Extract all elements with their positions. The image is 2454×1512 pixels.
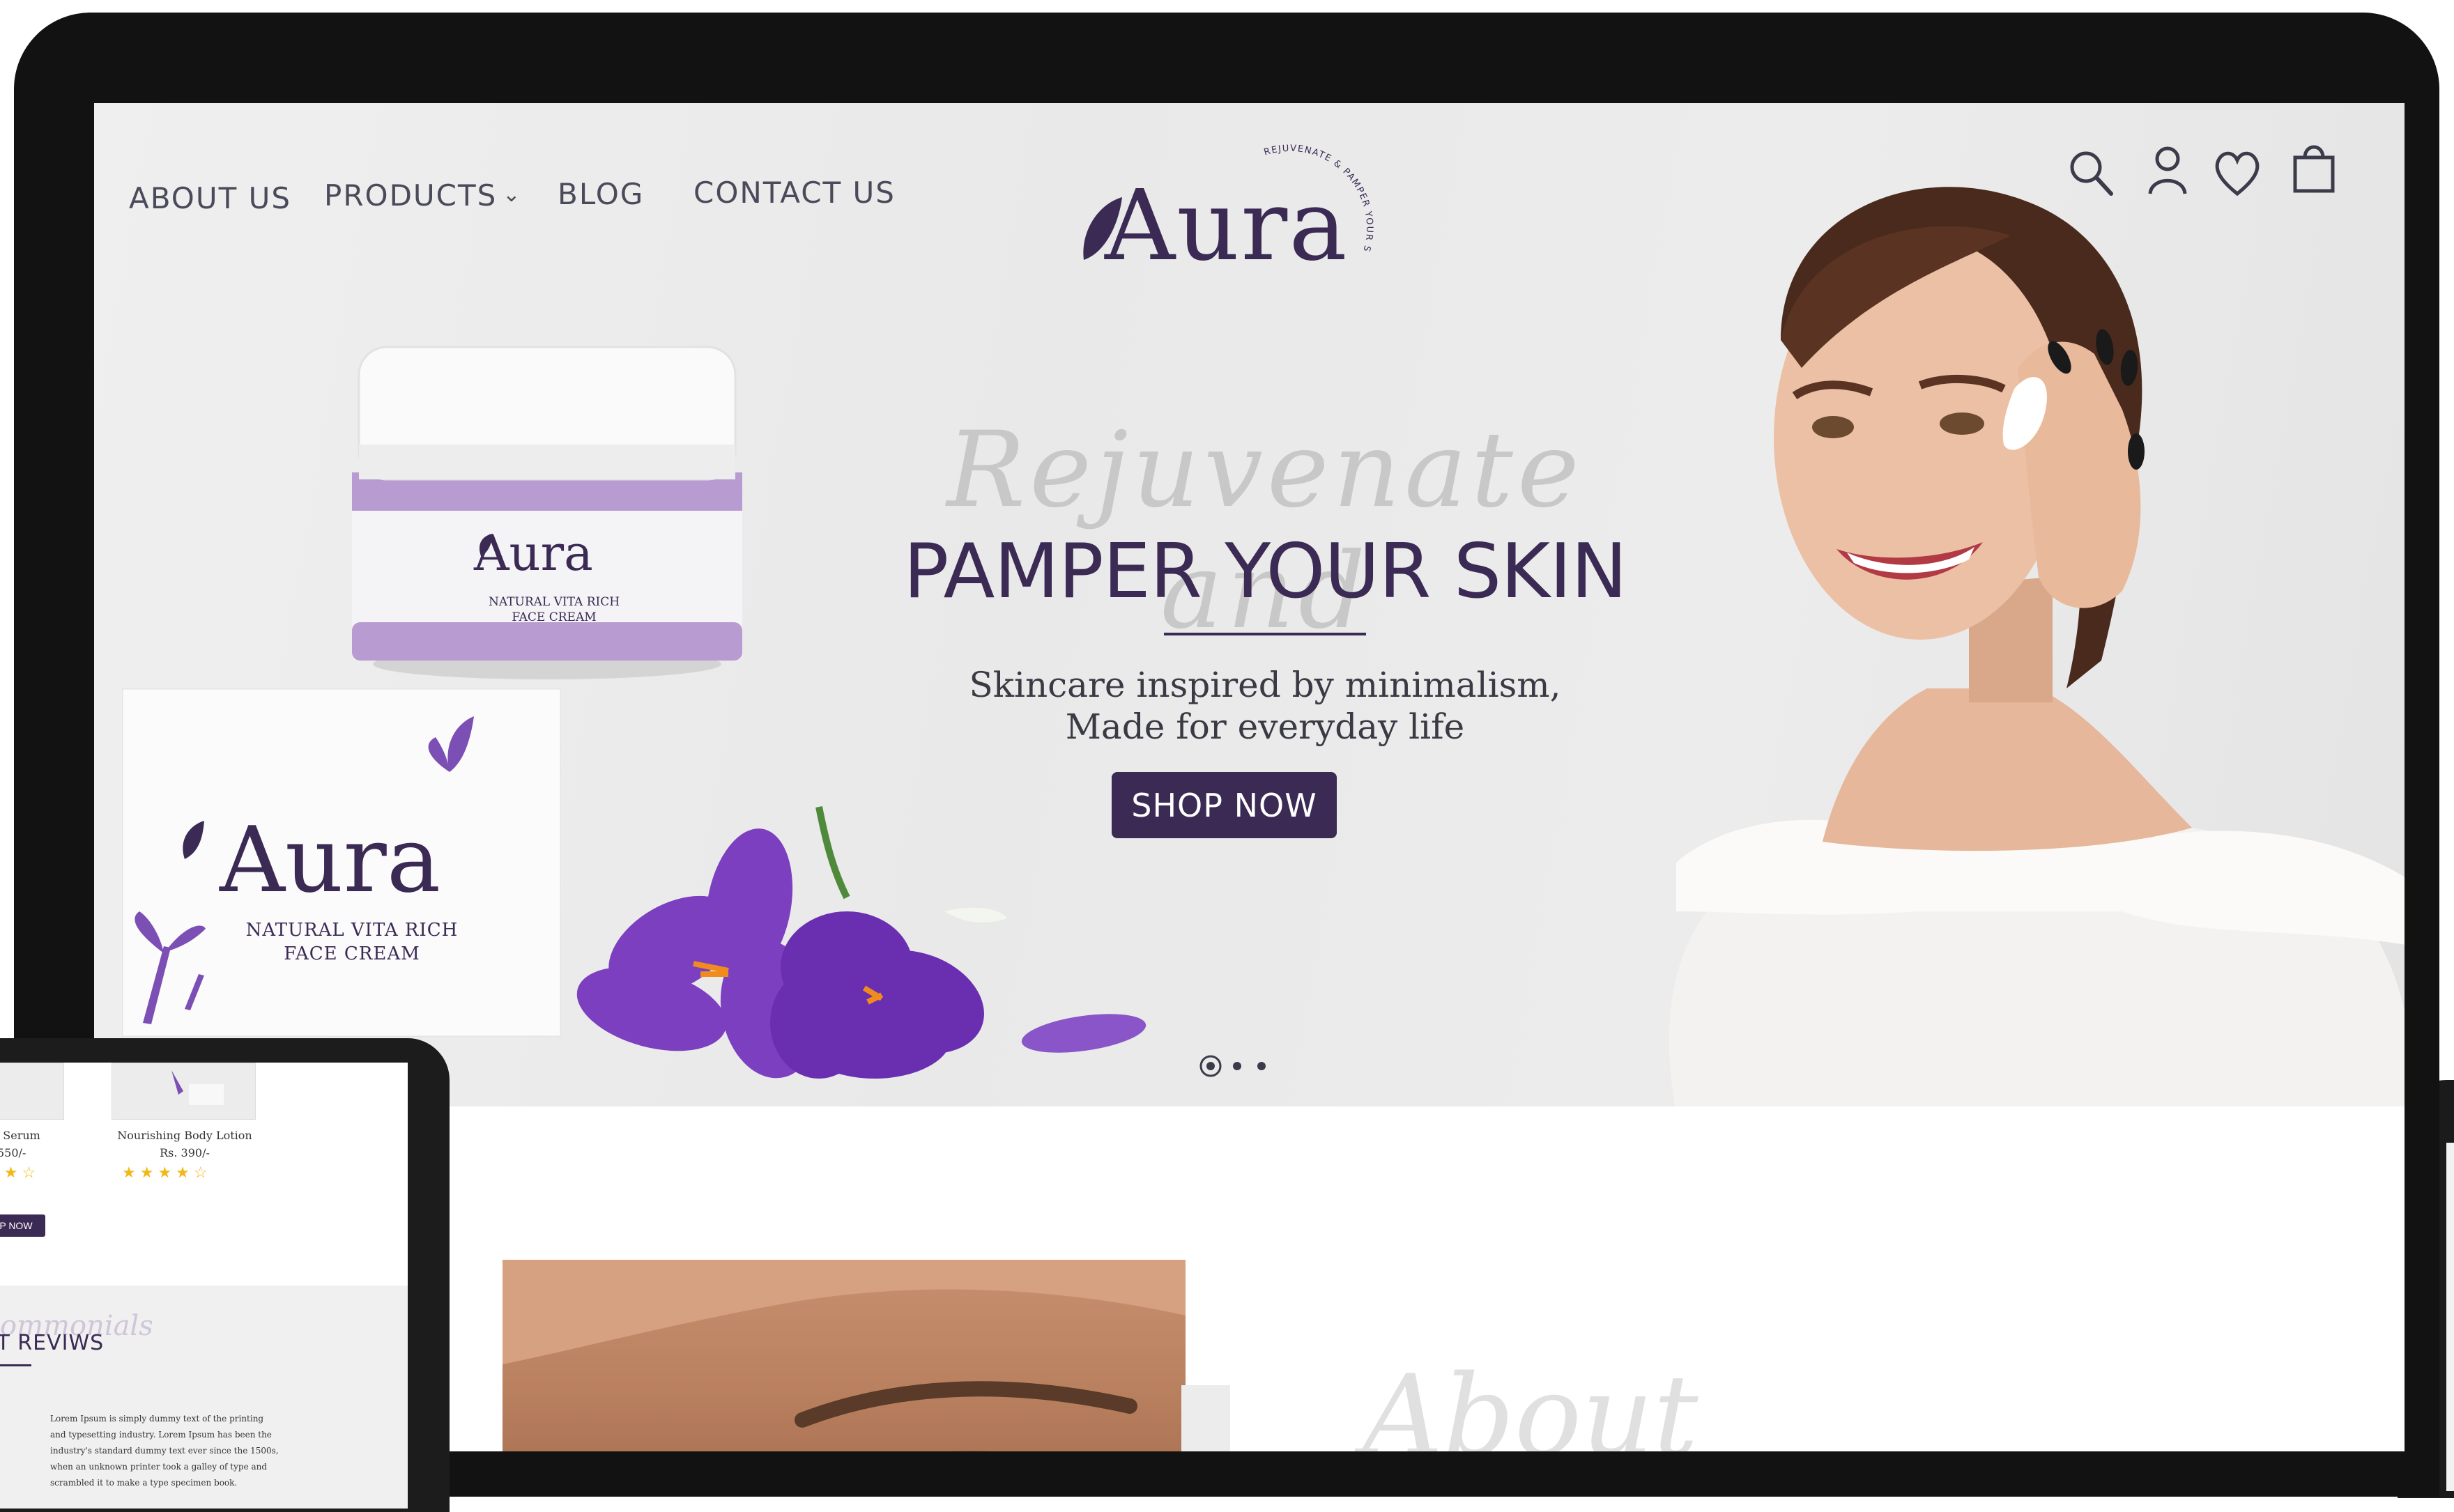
carousel-dot-2 — [1233, 1062, 1241, 1070]
nav-about[interactable]: ABOUT US — [129, 181, 291, 215]
review-text: Lorem Ipsum is simply dummy text of the … — [50, 1414, 279, 1488]
tablet-screen: n E Serum s.550/- ★★☆ Nourishing Body Lo… — [0, 1063, 408, 1509]
hero-banner: ABOUT US PRODUCTS ⌄ BLOG CONTACT US Aura … — [94, 103, 2405, 1106]
hero-heading: PAMPER YOUR SKIN — [903, 528, 1627, 615]
hero-subtitle-line1: Skincare inspired by minimalism, — [969, 665, 1561, 705]
nav-blog[interactable]: BLOG — [558, 177, 644, 211]
product-card-image[interactable] — [112, 1063, 256, 1120]
brand-logo[interactable]: Aura REJUVENATE & PAMPER YOUR SKIN — [1077, 128, 1383, 302]
nav-contact[interactable]: CONTACT US — [693, 176, 896, 210]
secondary-device-screen — [2446, 1143, 2454, 1491]
tablet-shop-now-button[interactable]: OP NOW — [0, 1214, 45, 1237]
hero-subtitle-line2: Made for everyday life — [1065, 707, 1465, 747]
about-script-heading: About — [1363, 1350, 1698, 1451]
crocus-flowers-image — [576, 806, 1147, 1079]
box-product-name: NATURAL VITA RICH FACE CREAM — [245, 920, 459, 964]
product-price: Rs. 390/- — [160, 1146, 210, 1159]
about-decorative-block — [1181, 1385, 1230, 1451]
reviews-divider — [0, 1364, 31, 1366]
rating-stars: ★★☆ — [0, 1164, 40, 1181]
product-name: n E Serum — [0, 1129, 40, 1142]
product-name: Nourishing Body Lotion — [117, 1129, 252, 1142]
reviews-title: NT REVIWS — [0, 1331, 105, 1355]
rating-stars: ★★★★☆ — [122, 1164, 212, 1181]
nav-products-label: PRODUCTS — [324, 178, 498, 213]
about-face-photo — [503, 1260, 1186, 1451]
hero-subtitle: Skincare inspired by minimalism, Made fo… — [861, 664, 1669, 748]
product-price: s.550/- — [0, 1146, 26, 1159]
nav-products[interactable]: PRODUCTS ⌄ — [324, 178, 521, 213]
carousel-dot-3 — [1257, 1062, 1266, 1070]
tablet-frame: n E Serum s.550/- ★★☆ Nourishing Body Lo… — [0, 1038, 450, 1512]
chevron-down-icon: ⌄ — [503, 183, 522, 207]
carousel-dots[interactable] — [1199, 1054, 1275, 1078]
shop-now-button[interactable]: SHOP NOW — [1112, 772, 1337, 838]
product-card-image[interactable] — [0, 1063, 64, 1120]
jar-product-name: NATURAL VITA RICH FACE CREAM — [488, 595, 620, 624]
model-photo — [1669, 187, 2405, 1106]
face-cream-jar: Aura NATURAL VITA RICH FACE CREAM — [345, 333, 749, 681]
logo-tagline-arc: REJUVENATE & PAMPER YOUR SKIN — [1258, 134, 1374, 254]
jar-brand-label: Aura — [474, 525, 593, 582]
hero-divider — [1164, 633, 1366, 635]
box-brand-label: Aura — [220, 807, 441, 913]
face-cream-box: Aura NATURAL VITA RICH FACE CREAM — [121, 687, 562, 1038]
svg-text:REJUVENATE & PAMPER YOUR SKIN: REJUVENATE & PAMPER YOUR SKIN — [1258, 134, 1374, 254]
